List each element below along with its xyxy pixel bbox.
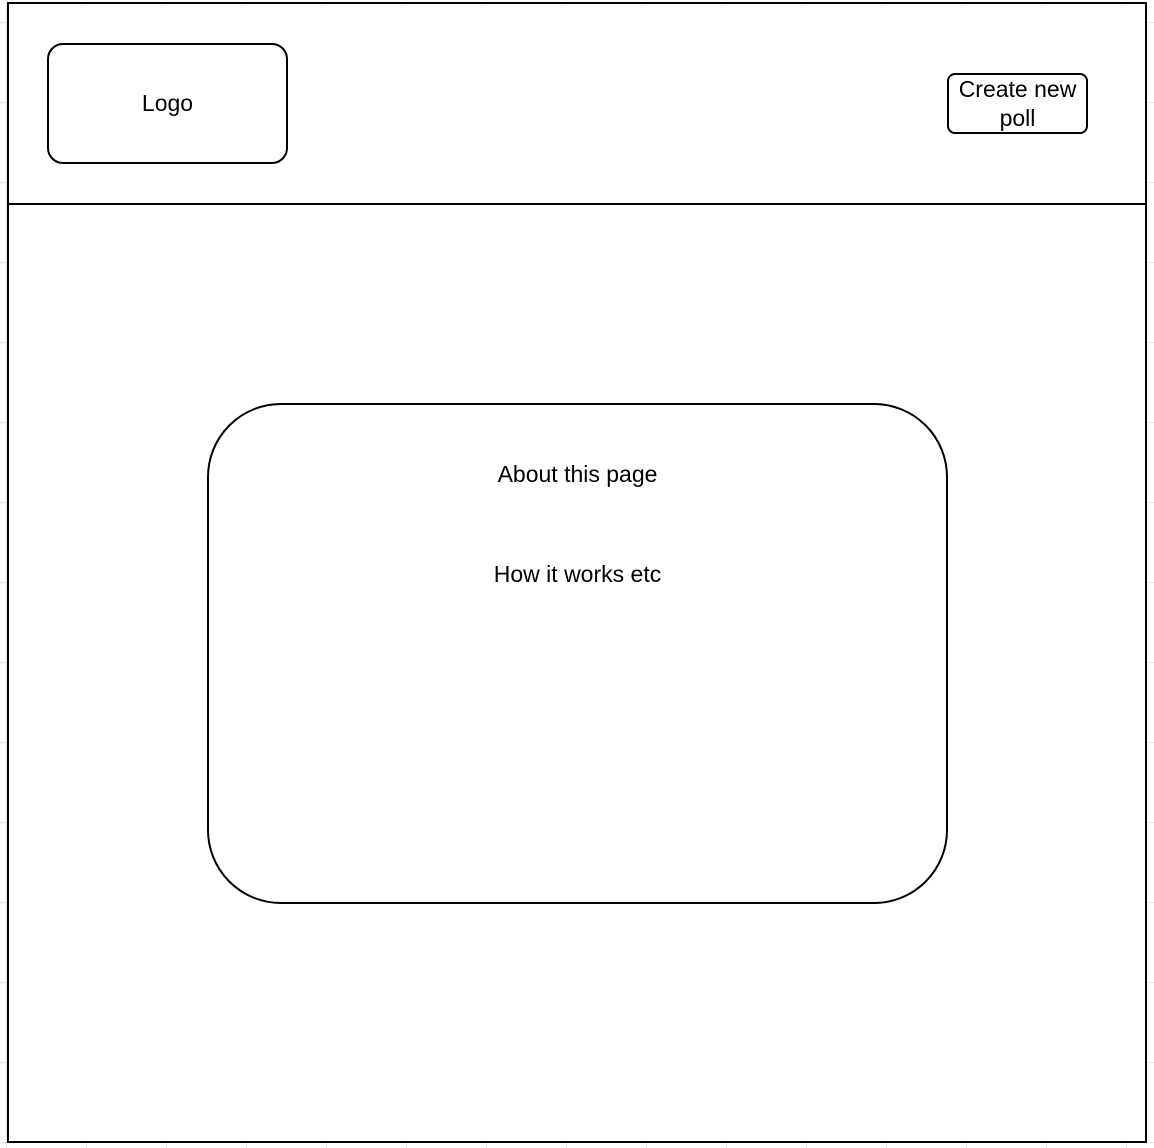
about-body: How it works etc [493, 561, 662, 587]
logo[interactable]: Logo [47, 43, 288, 164]
header-divider [9, 203, 1145, 205]
about-title: About this page [497, 461, 658, 487]
about-card: About this page How it works etc [207, 403, 948, 904]
logo-label: Logo [141, 90, 194, 116]
create-new-poll-label: Create new poll [958, 75, 1077, 131]
create-new-poll-button[interactable]: Create new poll [947, 73, 1088, 134]
page-frame: Logo Create new poll About this page How… [7, 2, 1147, 1143]
